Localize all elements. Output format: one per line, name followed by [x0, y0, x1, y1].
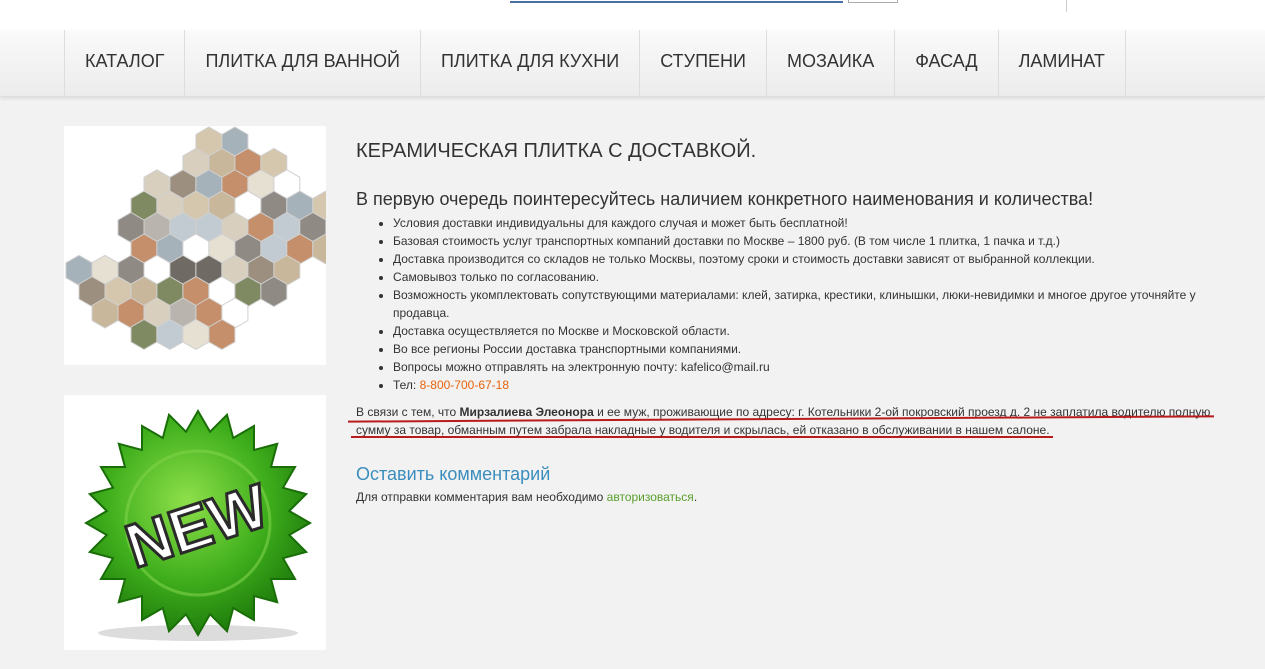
- list-item: Самовывоз только по согласованию.: [393, 268, 1218, 286]
- page-title: КЕРАМИЧЕСКАЯ ПЛИТКА С ДОСТАВКОЙ.: [356, 140, 757, 162]
- phone-label: Тел:: [393, 378, 420, 392]
- list-item: Базовая стоимость услуг транспортных ком…: [393, 232, 1218, 250]
- comment-login-notice: Для отправки комментария вам необходимо …: [356, 490, 1218, 504]
- search-input[interactable]: [510, 0, 843, 3]
- list-item: Доставка производится со складов не толь…: [393, 250, 1218, 268]
- search-button[interactable]: [848, 0, 898, 3]
- top-divider: [1066, 0, 1067, 12]
- nav-item-bathroom-tiles[interactable]: ПЛИТКА ДЛЯ ВАННОЙ: [184, 30, 420, 96]
- list-item: Доставка осуществляется по Москве и Моск…: [393, 322, 1218, 340]
- notice-name: Мирзалиева Элеонора: [459, 405, 594, 419]
- page-subtitle: В первую очередь поинтересуйтесь наличие…: [356, 189, 1094, 209]
- notice-text-start: В связи с тем, что: [356, 405, 460, 419]
- login-link[interactable]: авторизоваться: [607, 490, 694, 504]
- blacklist-notice: В связи с тем, что Мирзалиева Элеонора и…: [348, 403, 1218, 439]
- red-underline: [351, 436, 1053, 438]
- comment-end: .: [693, 490, 698, 504]
- list-item: Условия доставки индивидуальны для каждо…: [393, 214, 1218, 232]
- main-content: КЕРАМИЧЕСКАЯ ПЛИТКА С ДОСТАВКОЙ. В перву…: [348, 130, 1218, 504]
- phone-link[interactable]: 8-800-700-67-18: [420, 378, 509, 392]
- nav-item-mosaic[interactable]: МОЗАИКА: [765, 30, 894, 96]
- comment-heading: Оставить комментарий: [356, 464, 551, 484]
- comment-text: Для отправки комментария вам необходимо: [356, 490, 607, 504]
- nav-item-catalog[interactable]: КАТАЛОГ: [64, 30, 184, 96]
- nav-item-facade[interactable]: ФАСАД: [894, 30, 997, 96]
- new-badge-image[interactable]: NEW: [64, 395, 326, 650]
- main-nav: КАТАЛОГ ПЛИТКА ДЛЯ ВАННОЙ ПЛИТКА ДЛЯ КУХ…: [0, 30, 1265, 97]
- nav-item-kitchen-tiles[interactable]: ПЛИТКА ДЛЯ КУХНИ: [419, 30, 639, 96]
- list-item: Во все регионы России доставка транспорт…: [393, 340, 1218, 358]
- nav-item-steps[interactable]: СТУПЕНИ: [639, 30, 766, 96]
- list-item: Возможность укомплектовать сопутствующим…: [393, 286, 1218, 322]
- top-bar: [0, 0, 1265, 30]
- list-item-phone: Тел: 8-800-700-67-18: [393, 376, 1218, 394]
- hexagon-tiles-image[interactable]: [64, 126, 340, 365]
- list-item: Вопросы можно отправлять на электронную …: [393, 358, 1218, 376]
- nav-item-laminate[interactable]: ЛАМИНАТ: [997, 30, 1126, 96]
- delivery-conditions-list: Условия доставки индивидуальны для каждо…: [356, 214, 1218, 394]
